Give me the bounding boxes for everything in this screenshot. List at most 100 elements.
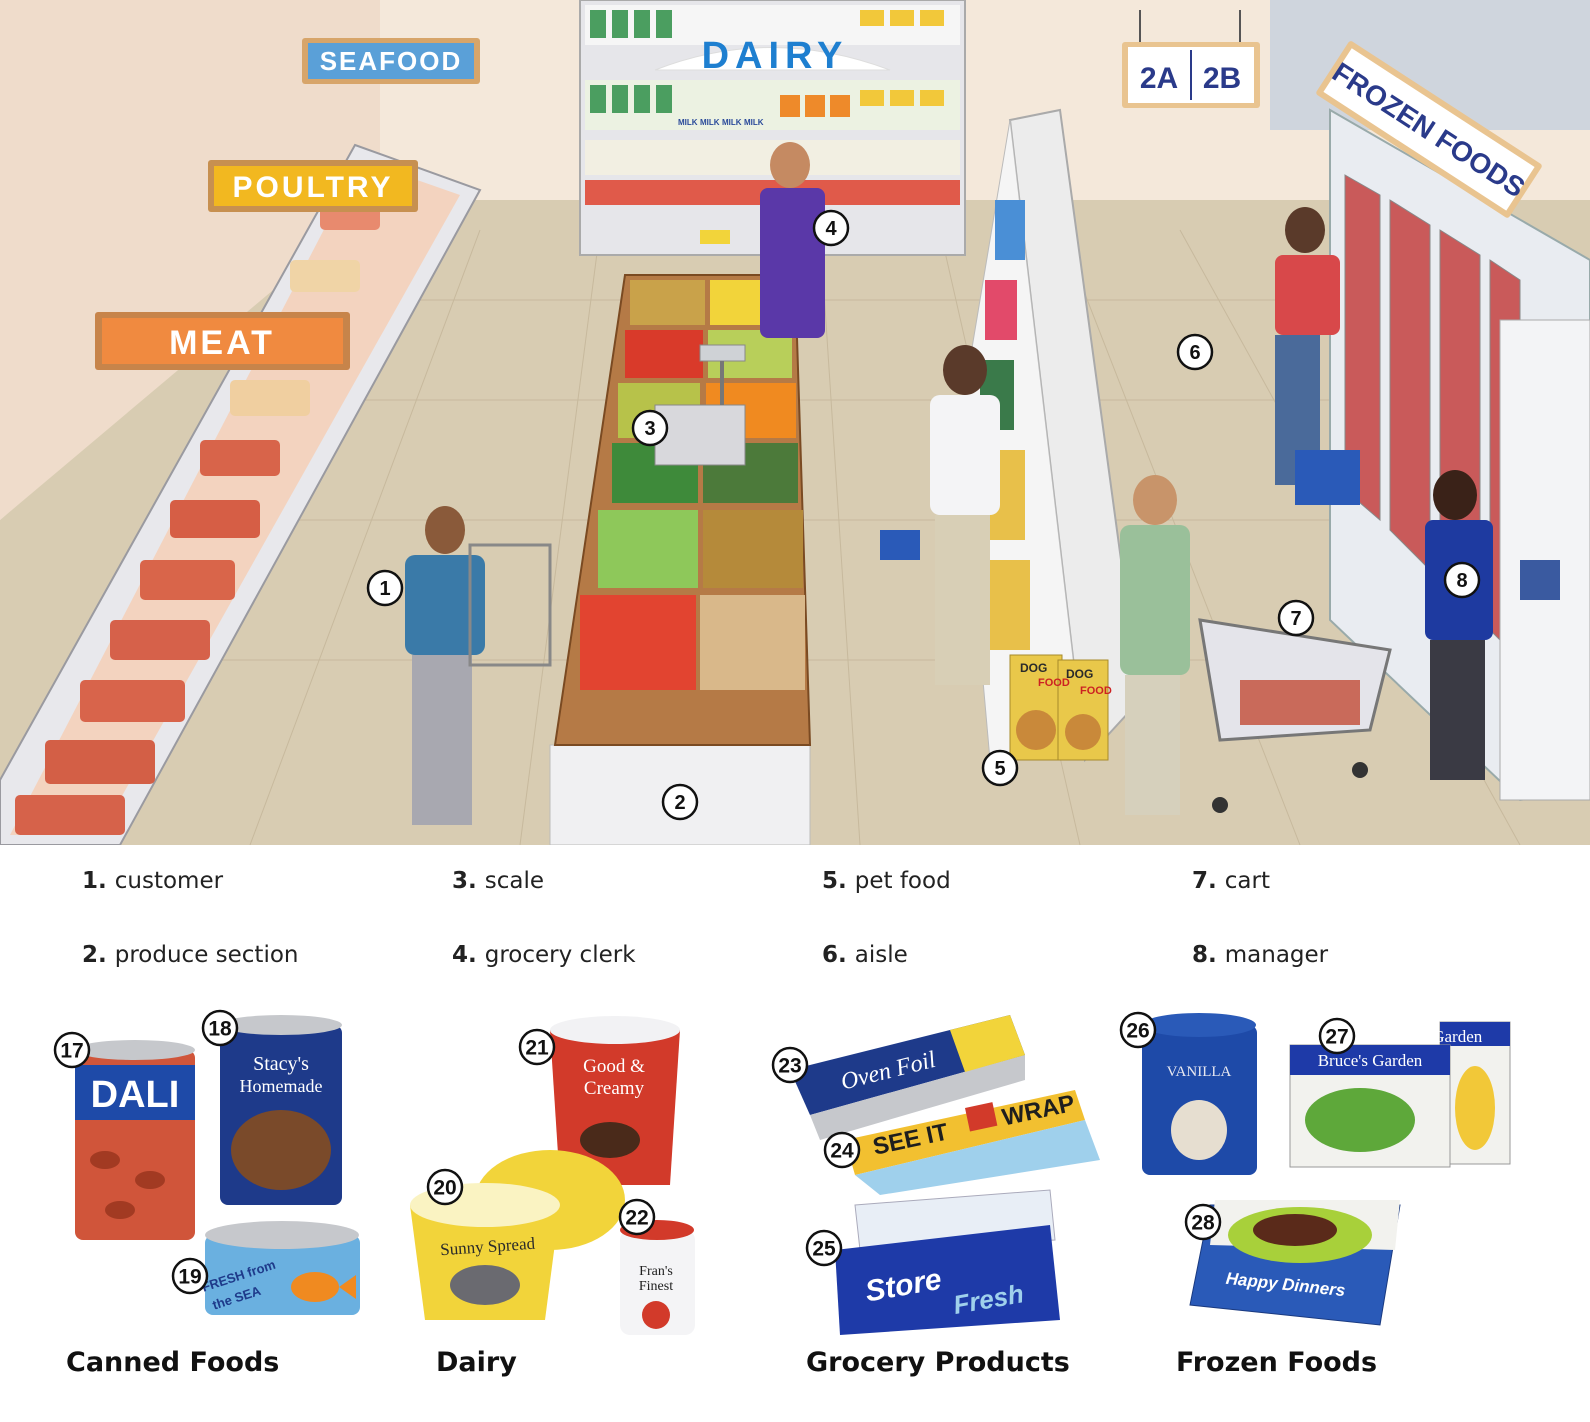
svg-text:18: 18 <box>208 1018 232 1041</box>
svg-text:5: 5 <box>994 758 1005 780</box>
svg-text:17: 17 <box>60 1040 83 1063</box>
svg-text:4: 4 <box>825 218 837 240</box>
vocab-word: customer <box>114 868 224 894</box>
svg-text:26: 26 <box>1126 1020 1149 1043</box>
vocab-word: cart <box>1224 868 1270 894</box>
vocab-word: produce section <box>114 942 299 968</box>
callout-22: 22 <box>618 1198 656 1236</box>
vocab-number: 5. <box>822 868 847 894</box>
callout-18: 18 <box>201 1009 239 1047</box>
svg-text:7: 7 <box>1290 608 1301 630</box>
dog-food-label: DOG <box>1066 667 1093 681</box>
happy-dinners-box: Happy Dinners <box>1189 1200 1401 1326</box>
vocab-number: 3. <box>452 868 477 894</box>
category-title-frozen-foods: Frozen Foods <box>1176 1347 1378 1378</box>
dali-bean-can: DALI <box>75 1040 195 1240</box>
stacys-label-line2: Homemade <box>240 1076 323 1096</box>
category-title-grocery-products: Grocery Products <box>806 1347 1070 1378</box>
vocab-item: 7. cart <box>1192 868 1270 894</box>
vocab-word: aisle <box>854 942 908 968</box>
good-creamy-line1: Good & <box>583 1056 645 1077</box>
milk-carton-label: MILK <box>722 118 742 127</box>
aisle-2a-label: 2A <box>1140 62 1178 95</box>
poultry-sign-label: POULTRY <box>233 171 394 204</box>
callout-20: 20 <box>426 1168 464 1206</box>
callout-28: 28 <box>1184 1203 1222 1241</box>
product-categories: DALI Stacy's Homemade FRESH from the SEA… <box>0 990 1590 1422</box>
older-man-person <box>1120 475 1190 815</box>
svg-text:27: 27 <box>1325 1026 1348 1049</box>
callout-2: 2 <box>661 783 699 821</box>
callout-3: 3 <box>631 409 669 447</box>
callout-7: 7 <box>1277 599 1315 637</box>
callout-25: 25 <box>805 1229 843 1267</box>
vocabulary-list: 1. customer 2. produce section 3. scale 4. g… <box>0 850 1590 980</box>
callout-24: 24 <box>823 1131 861 1169</box>
bruces-garden-label-back: Bruce's Garden <box>1378 1027 1483 1046</box>
seafood-sign-label: SEAFOOD <box>320 46 463 76</box>
vocab-number: 6. <box>822 942 847 968</box>
svg-text:24: 24 <box>830 1140 854 1163</box>
milk-carton-label: MILK <box>700 118 720 127</box>
poultry-sign: POULTRY <box>208 160 418 212</box>
callout-23: 23 <box>771 1046 809 1084</box>
callout-5: 5 <box>981 749 1019 787</box>
svg-text:2: 2 <box>674 792 685 814</box>
frans-line1: Fran's <box>639 1264 673 1279</box>
vocab-item: 5. pet food <box>822 868 951 894</box>
meat-sign-label: MEAT <box>169 324 275 362</box>
svg-text:8: 8 <box>1456 570 1467 592</box>
vocab-number: 2. <box>82 942 107 968</box>
vocab-number: 4. <box>452 942 477 968</box>
svg-text:6: 6 <box>1189 342 1200 364</box>
callout-21: 21 <box>518 1028 556 1066</box>
vocab-word: grocery clerk <box>484 942 636 968</box>
store-fresh-bag-box: Store Fresh <box>835 1189 1060 1335</box>
callout-17: 17 <box>53 1031 91 1069</box>
svg-text:22: 22 <box>625 1207 648 1230</box>
dali-label: DALI <box>91 1074 180 1116</box>
vocab-item: 2. produce section <box>82 942 299 968</box>
callout-26: 26 <box>1119 1011 1157 1049</box>
milk-carton-label: MILK <box>678 118 698 127</box>
stacys-soup-can: Stacy's Homemade <box>220 1015 342 1205</box>
supermarket-scene: SEAFOOD POULTRY MEAT MILK MILK MILK MILK… <box>0 0 1590 845</box>
frans-line2: Finest <box>639 1279 673 1294</box>
vocab-number: 1. <box>82 868 107 894</box>
meat-sign: MEAT <box>95 312 350 370</box>
svg-text:3: 3 <box>644 418 655 440</box>
vocab-word: scale <box>484 868 545 894</box>
svg-text:23: 23 <box>778 1055 801 1078</box>
frans-finest-yogurt: Fran's Finest <box>620 1220 695 1335</box>
aisle-2b-label: 2B <box>1203 62 1241 95</box>
vanilla-label: VANILLA <box>1167 1064 1232 1080</box>
svg-text:25: 25 <box>812 1238 836 1261</box>
vocab-word: manager <box>1224 942 1329 968</box>
callout-6: 6 <box>1176 333 1214 371</box>
vocab-item: 1. customer <box>82 868 223 894</box>
stacys-label-line1: Stacy's <box>253 1053 309 1075</box>
vocab-number: 7. <box>1192 868 1217 894</box>
svg-text:21: 21 <box>525 1037 549 1060</box>
svg-text:19: 19 <box>178 1266 201 1289</box>
callout-19: 19 <box>171 1257 209 1295</box>
category-title-dairy: Dairy <box>436 1347 517 1378</box>
tuna-can: FRESH from the SEA <box>200 1221 360 1315</box>
callout-8: 8 <box>1443 561 1481 599</box>
svg-text:20: 20 <box>433 1177 456 1200</box>
vocab-word: pet food <box>854 868 951 894</box>
vocab-item: 6. aisle <box>822 942 908 968</box>
vocab-item: 8. manager <box>1192 942 1328 968</box>
vanilla-ice-cream: VANILLA <box>1142 1013 1257 1175</box>
vocab-number: 8. <box>1192 942 1217 968</box>
vocab-item: 3. scale <box>452 868 544 894</box>
good-creamy-line2: Creamy <box>584 1078 645 1099</box>
seafood-sign: SEAFOOD <box>302 38 480 84</box>
milk-carton-label: MILK <box>744 118 764 127</box>
svg-text:1: 1 <box>379 578 390 600</box>
dog-food-label: DOG <box>1020 661 1047 675</box>
callout-27: 27 <box>1318 1017 1356 1055</box>
callout-1: 1 <box>366 569 404 607</box>
callout-4: 4 <box>812 209 850 247</box>
vocab-item: 4. grocery clerk <box>452 942 636 968</box>
